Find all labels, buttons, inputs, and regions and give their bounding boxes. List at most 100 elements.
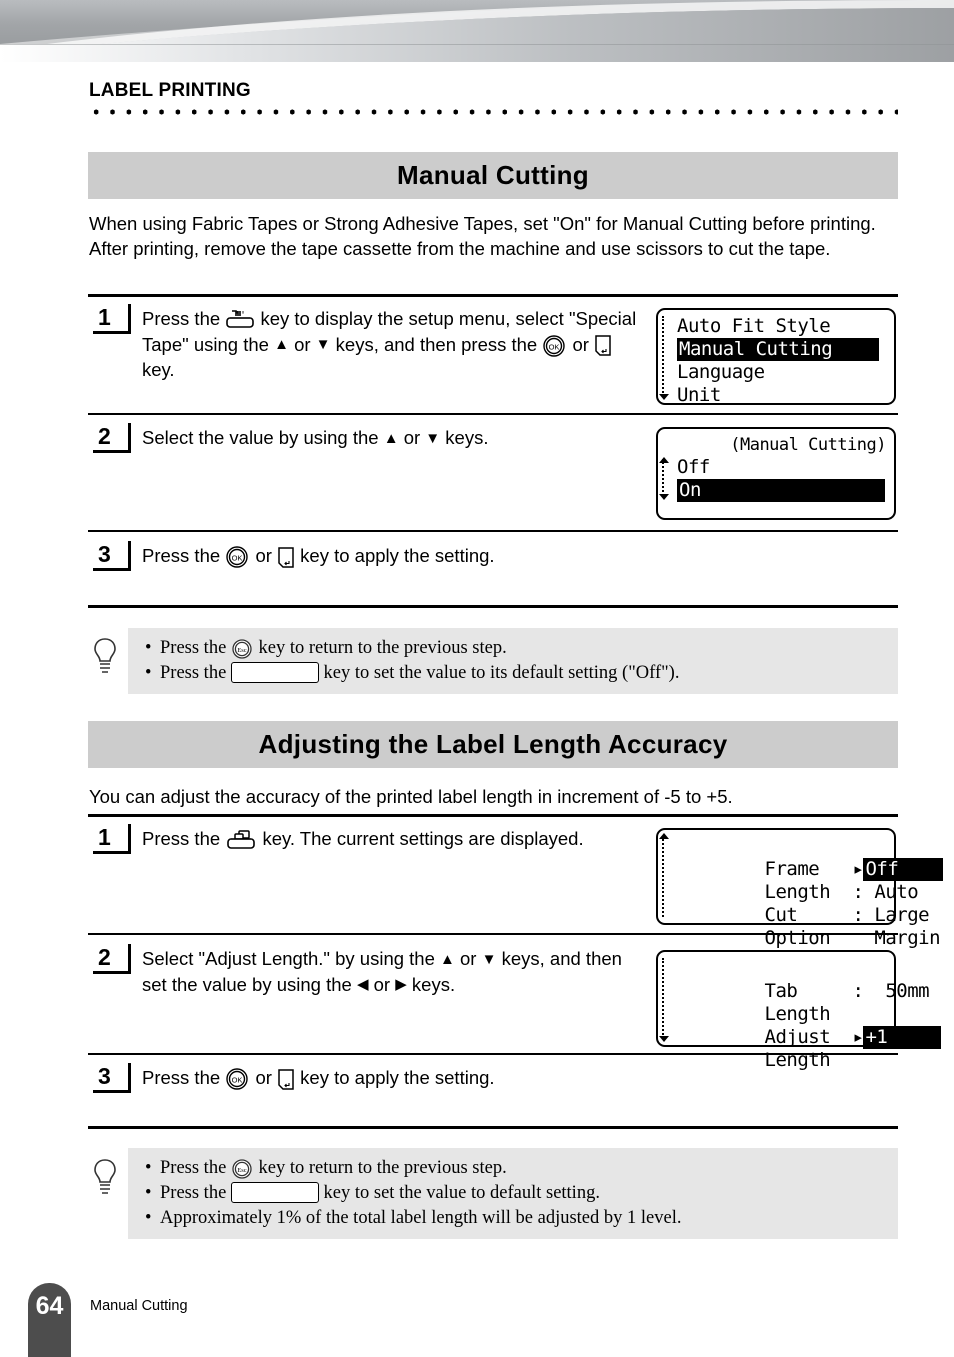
esc-key-icon: Esc <box>231 1159 254 1179</box>
lcd-row-label: Off <box>677 456 710 478</box>
ok-key-icon: OK <box>542 334 567 357</box>
divider <box>88 294 898 297</box>
svg-text:OK: OK <box>232 1076 243 1085</box>
step-text-part: Press the <box>142 828 221 849</box>
step-number-1-3: 3 <box>93 541 131 571</box>
tip-text-pre: Press the <box>160 1158 227 1178</box>
esc-key-icon: Esc <box>231 639 254 659</box>
divider <box>88 1053 898 1055</box>
tip-text-post: key to set the value to its default sett… <box>323 663 680 683</box>
lcd-row: Length: Auto <box>677 858 919 903</box>
scroll-down-caret <box>659 394 669 400</box>
tip-box-label-length: Press the Esc key to return to the previ… <box>128 1148 898 1239</box>
lcd-row-value: 50mm <box>885 980 930 1002</box>
lcd-screen-setup-menu: Auto Fit Style Manual Cutting Language U… <box>656 308 896 406</box>
step-text-2-2: Select "Adjust Length." by using the ▲ o… <box>142 946 647 997</box>
step-text-1-2: Select the value by using the ▲ or ▼ key… <box>142 425 662 451</box>
ok-key-icon: OK <box>225 1068 250 1090</box>
lcd-row-sep <box>853 927 864 949</box>
section-heading-label-length: Adjusting the Label Length Accuracy <box>88 721 898 768</box>
scroll-down-caret <box>659 1036 669 1042</box>
down-arrow-icon: ▼ <box>425 429 441 447</box>
tip-text-pre: Press the <box>160 663 227 683</box>
lcd-row: Tab: 50mm <box>677 957 930 1002</box>
step-text-part: key. The current settings are displayed. <box>262 828 584 849</box>
tip-item: Press the Esc key to return to the previ… <box>142 636 888 661</box>
down-arrow-icon: ▼ <box>315 336 331 354</box>
step-text-part: keys. <box>411 973 456 995</box>
step-text-part: or <box>403 427 421 448</box>
lcd-row: Length <box>677 980 886 1025</box>
step-text-part: Press the <box>142 308 221 329</box>
step-text-part: keys, and then press the <box>335 333 538 355</box>
tip-text-post: Approximately 1% of the total label leng… <box>160 1208 682 1228</box>
tip-text-post: key to return to the previous step. <box>258 638 507 658</box>
step-text-part: key to apply the setting. <box>300 545 495 566</box>
page-number-tab: 64 <box>28 1283 71 1357</box>
step-number-2-1: 1 <box>93 824 131 854</box>
chapter-title: LABEL PRINTING <box>89 80 251 101</box>
lcd-scrollbar <box>662 316 669 397</box>
tip-item: Press the key to set the value to its de… <box>142 661 888 686</box>
lcd-screen-current-settings: Frame ▸ Off Length: Auto Cut: Large Option… <box>656 828 944 949</box>
tip-text-pre: Press the <box>160 638 227 658</box>
enter-key-icon <box>277 1068 295 1091</box>
enter-key-icon <box>277 546 295 569</box>
step-text-part: or <box>572 333 589 355</box>
step-number-1-2: 2 <box>93 423 131 453</box>
step-text-1-3: Press the OK or key to apply the setting… <box>142 543 662 569</box>
left-arrow-icon: ◀ <box>356 976 369 994</box>
tip-bulb-icon <box>92 636 118 681</box>
step-text-2-3: Press the OK or key to apply the setting… <box>142 1065 662 1091</box>
divider <box>88 814 898 817</box>
tip-item: Press the Esc key to return to the previ… <box>142 1156 888 1181</box>
divider <box>88 1126 898 1129</box>
lcd-row-label: Language <box>677 361 765 383</box>
settings-key-icon <box>225 829 257 852</box>
blank-key-icon <box>230 662 319 684</box>
step-text-1-1: Press the '' key to display the setup me… <box>142 306 642 383</box>
lcd-title: (Manual Cutting) <box>730 435 886 455</box>
step-text-part: Press the <box>142 545 221 566</box>
scroll-down-caret <box>659 494 669 500</box>
lcd-row: Auto Fit Style <box>677 315 886 338</box>
down-arrow-icon: ▼ <box>481 950 497 968</box>
ok-key-icon: OK <box>225 546 250 568</box>
step-text-part: key to apply the setting. <box>300 1067 495 1088</box>
lcd-scrollbar <box>662 958 669 1039</box>
enter-key-icon <box>594 334 612 357</box>
lcd-row-label: Auto Fit Style <box>677 315 831 337</box>
step-text-part: or <box>255 1067 272 1088</box>
step-text-part: keys. <box>445 427 489 448</box>
lcd-row: Option Margin <box>677 904 941 949</box>
lcd-row-label-selected: On <box>677 479 885 502</box>
lcd-row-value: Margin <box>874 927 941 949</box>
dotted-divider <box>88 108 898 116</box>
step-text-part: or <box>373 973 391 995</box>
svg-text:OK: OK <box>232 554 243 563</box>
lcd-scrollbar <box>662 459 669 496</box>
up-arrow-icon: ▲ <box>274 336 289 354</box>
svg-text:OK: OK <box>549 342 560 351</box>
lcd-screen-manual-cutting-value: (Manual Cutting) Off On <box>656 427 896 520</box>
divider <box>88 530 898 532</box>
lcd-row: Language <box>677 361 886 384</box>
lcd-row: On <box>677 479 886 502</box>
step-text-part: or <box>294 333 311 355</box>
tip-text-post: key to set the value to default setting. <box>323 1183 600 1203</box>
setup-key-icon: '' <box>225 309 255 331</box>
step-text-part: Select "Adjust Length." by using the <box>142 948 435 969</box>
lcd-row: Adjust ▸ +1 <box>677 1003 942 1049</box>
lcd-row-label-selected: Manual Cutting <box>677 338 879 361</box>
step-number-2-2: 2 <box>93 944 131 974</box>
step-text-part: Select the value by using the <box>142 427 379 448</box>
up-arrow-icon: ▲ <box>383 429 399 447</box>
up-arrow-icon: ▲ <box>440 950 455 968</box>
tip-text-pre: Press the <box>160 1183 227 1203</box>
lcd-row: Length <box>677 1026 886 1071</box>
lcd-row-label: Option <box>764 927 831 949</box>
lcd-row: Frame ▸ Off <box>677 835 944 881</box>
section-intro-label-length: You can adjust the accuracy of the print… <box>89 786 733 807</box>
scroll-up-caret <box>659 833 669 839</box>
page-number: 64 <box>35 1292 64 1320</box>
